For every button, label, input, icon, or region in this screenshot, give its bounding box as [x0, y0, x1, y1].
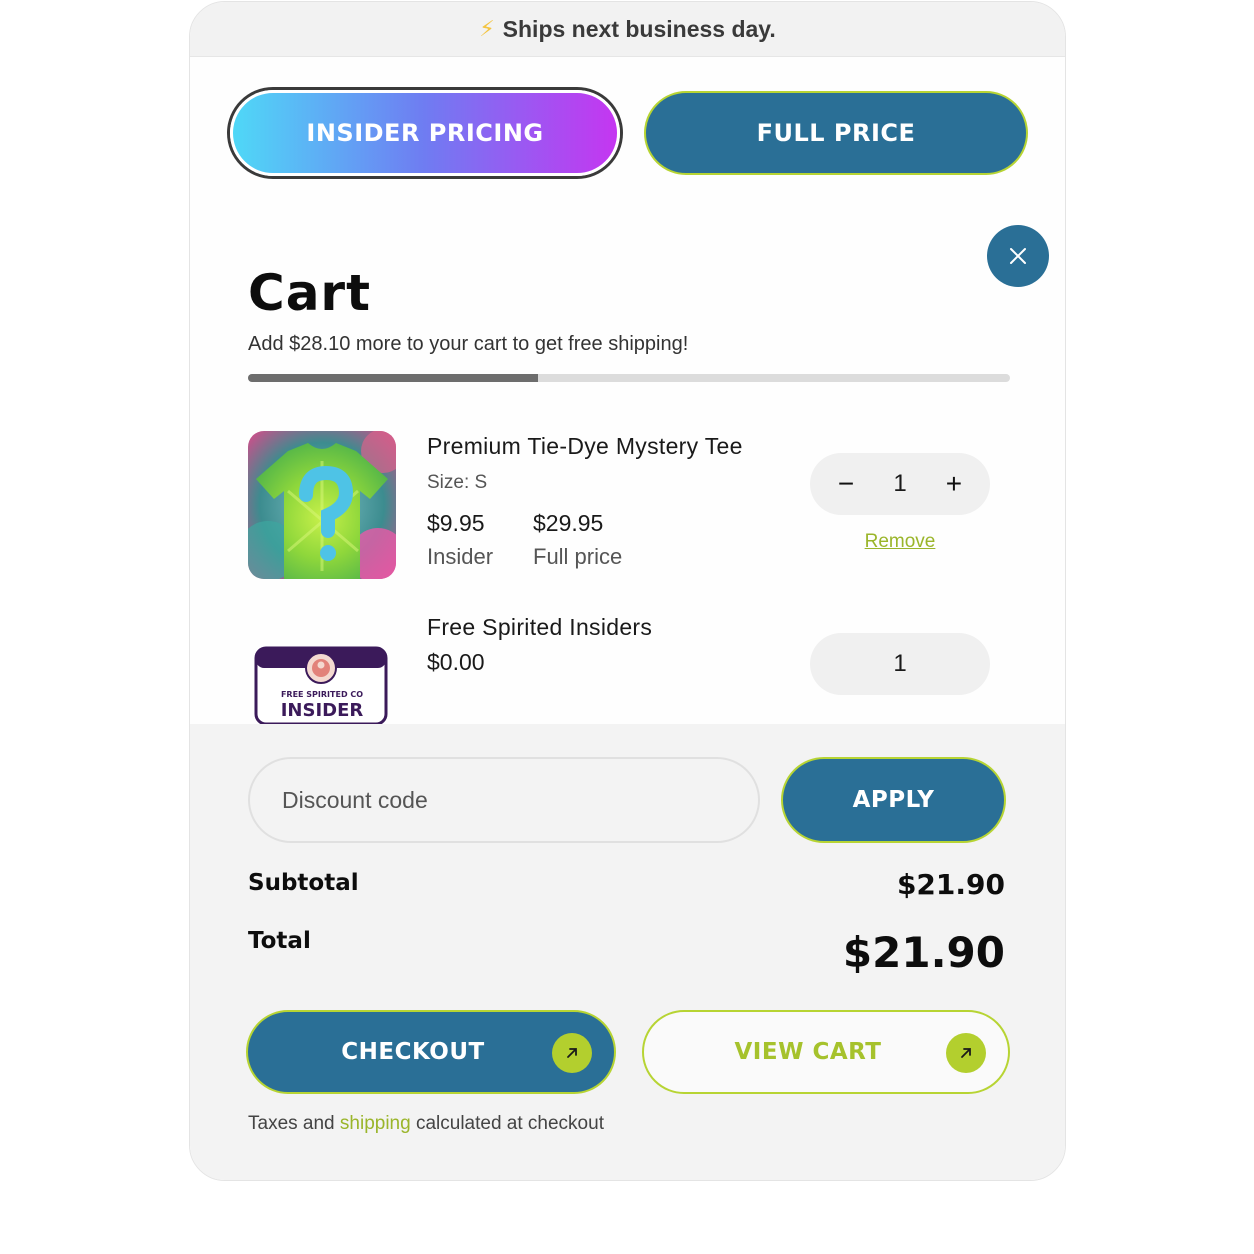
- full-price-button[interactable]: FULL PRICE: [644, 91, 1028, 175]
- checkout-button[interactable]: CHECKOUT: [246, 1010, 616, 1094]
- quantity-stepper: − 1 +: [810, 453, 990, 515]
- item-price: $0.00: [427, 649, 485, 675]
- insider-badge-image[interactable]: FREE SPIRITED CO INSIDER: [248, 642, 396, 726]
- total-value: $21.90: [842, 928, 1005, 977]
- apply-discount-button[interactable]: APPLY: [781, 757, 1006, 843]
- checkout-label: CHECKOUT: [341, 1039, 485, 1065]
- tie-dye-tee-image[interactable]: [248, 431, 396, 579]
- badge-top-text: FREE SPIRITED CO: [280, 690, 364, 699]
- view-cart-label: VIEW CART: [734, 1039, 882, 1065]
- remove-item-link[interactable]: Remove: [810, 531, 990, 553]
- close-icon: [1010, 248, 1026, 264]
- item-variant: Size: S: [427, 472, 488, 493]
- total-label: Total: [248, 928, 311, 954]
- cart-drawer: ⚡ Ships next business day. INSIDER PRICI…: [189, 1, 1066, 1181]
- view-cart-button[interactable]: VIEW CART: [642, 1010, 1010, 1094]
- quantity-value: 1: [893, 650, 907, 677]
- free-shipping-progress-fill: [248, 374, 538, 382]
- full-price-label: FULL PRICE: [756, 119, 916, 147]
- insider-price-label: Insider: [427, 544, 494, 569]
- arrow-up-right-icon: [946, 1033, 986, 1073]
- free-shipping-progress: [248, 374, 1010, 382]
- apply-label: APPLY: [852, 787, 935, 813]
- shipping-link[interactable]: shipping: [340, 1113, 411, 1134]
- full-price-label: Full price: [533, 544, 623, 569]
- decrease-quantity-button[interactable]: −: [834, 468, 858, 500]
- insider-pricing-button[interactable]: INSIDER PRICING: [230, 90, 620, 176]
- shipping-banner: ⚡ Ships next business day.: [190, 2, 1065, 57]
- cart-title: Cart: [248, 264, 371, 322]
- subtotal-label: Subtotal: [248, 870, 359, 896]
- lightning-bolt-icon: ⚡: [479, 16, 495, 41]
- quantity-value: 1: [893, 470, 907, 497]
- subtotal-value: $21.90: [896, 868, 1005, 901]
- discount-code-input[interactable]: [248, 757, 760, 843]
- close-button[interactable]: [987, 225, 1049, 287]
- taxes-note: Taxes and shipping calculated at checkou…: [248, 1113, 604, 1135]
- item-name[interactable]: Free Spirited Insiders: [427, 614, 652, 641]
- badge-main-text: INSIDER: [280, 700, 364, 721]
- quantity-display: 1: [810, 633, 990, 695]
- insider-pricing-label: INSIDER PRICING: [306, 119, 544, 147]
- taxes-note-before: Taxes and: [248, 1113, 340, 1134]
- insider-price: $9.95: [427, 510, 485, 536]
- full-price: $29.95: [533, 510, 604, 536]
- arrow-up-right-icon: [552, 1033, 592, 1073]
- free-shipping-message: Add $28.10 more to your cart to get free…: [248, 333, 689, 355]
- cart-footer: APPLY Subtotal $21.90 Total $21.90 CHECK…: [190, 724, 1065, 1180]
- increase-quantity-button[interactable]: +: [942, 468, 966, 500]
- banner-text: Ships next business day.: [502, 15, 776, 42]
- taxes-note-after: calculated at checkout: [410, 1113, 604, 1134]
- item-name[interactable]: Premium Tie-Dye Mystery Tee: [427, 433, 743, 460]
